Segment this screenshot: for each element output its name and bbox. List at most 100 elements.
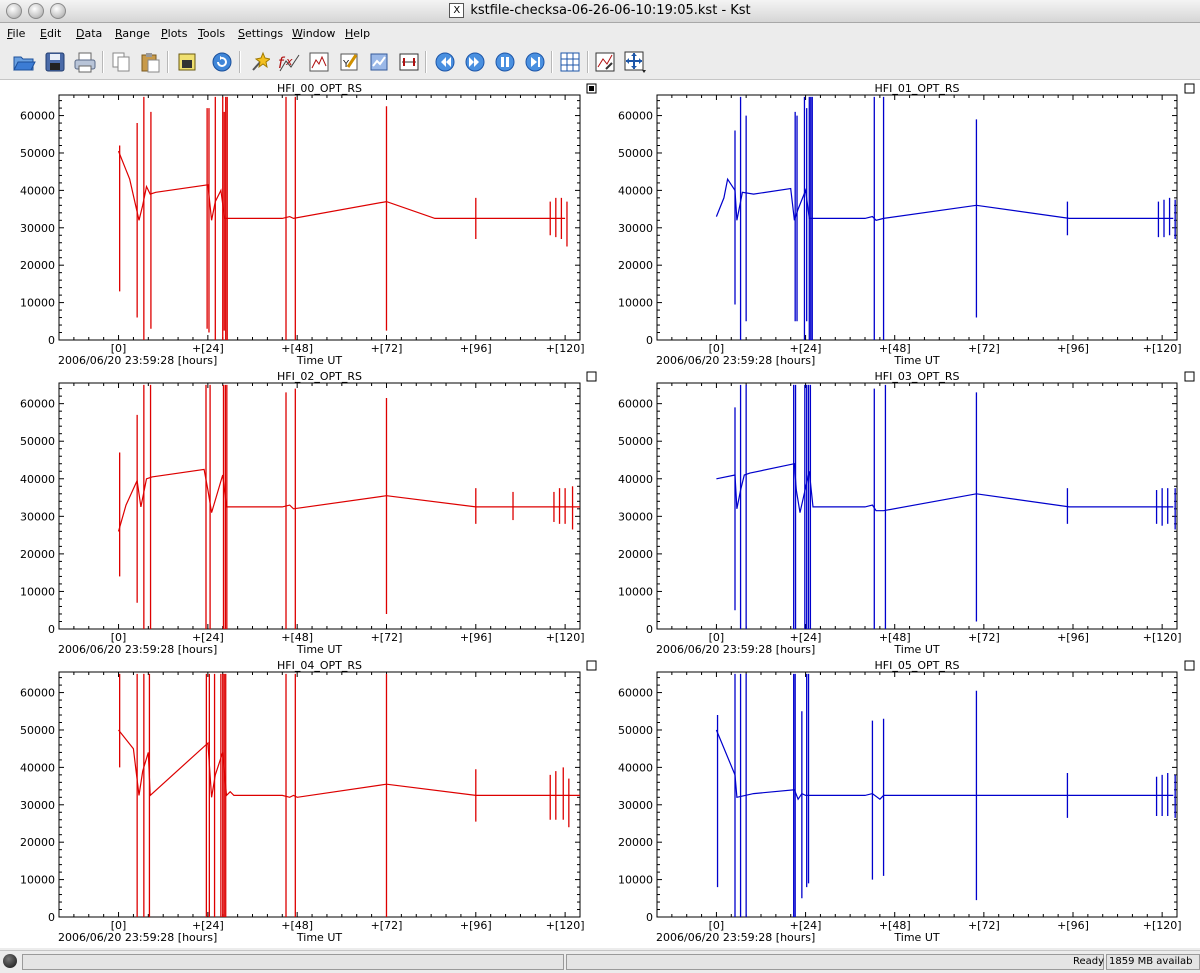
x-tick-label: +[72] [968,919,1000,932]
y-tick-label: 30000 [20,222,55,235]
y-tick-label: 40000 [20,761,55,774]
x-tick-label: +[120] [1143,919,1182,932]
y-tick-label: 50000 [20,147,55,160]
forward-button[interactable] [462,49,488,75]
y-tick-label: 30000 [618,222,653,235]
menu-file[interactable]: File [7,27,25,40]
y-tick-label: 20000 [20,259,55,272]
x-tick-label: +[96] [1057,342,1089,355]
copy-button[interactable] [108,49,134,75]
menu-data[interactable]: Data [76,27,102,40]
status-ready: Ready [1073,956,1105,967]
y-tick-label: 20000 [20,836,55,849]
y-tick-label: 0 [646,334,653,347]
menu-edit[interactable]: Edit [40,27,61,40]
back-button[interactable] [432,49,458,75]
y-tick-label: 20000 [20,548,55,561]
status-bar: Ready 1859 MB availab [0,950,1200,973]
menu-range[interactable]: Range [115,27,150,40]
layout-mode-button[interactable] [557,49,583,75]
status-message-field [566,954,1104,970]
paste-icon [141,53,160,73]
y-tick-label: 40000 [618,184,653,197]
x11-logo-icon: X [449,3,465,18]
x-tick-label: +[120] [546,631,585,644]
event-monitor-button[interactable] [396,49,422,75]
memory-available-text: 1859 MB availab [1109,956,1193,967]
y-tick-label: 10000 [20,874,55,887]
plot-select-checkbox[interactable] [1184,660,1195,671]
save-button[interactable] [42,49,68,75]
menu-help[interactable]: Help [345,27,370,40]
equation-button[interactable]: fx [276,49,302,75]
curve-group [715,96,1176,340]
print-button[interactable] [72,49,98,75]
plugin-button[interactable]: Y [336,49,362,75]
y-tick-label: 60000 [20,110,55,123]
window-title: kstfile-checksa-06-26-06-10:19:05.kst - … [470,3,751,18]
plot-title: HFI_05_OPT_RS [875,659,960,672]
export-button[interactable] [174,49,200,75]
plot-select-checkbox[interactable] [586,371,597,382]
plot-select-checkbox[interactable] [586,660,597,671]
plot-panel-1[interactable]: HFI_01_OPT_RS 0 10000 20000 30000 40000 50000 6… [618,82,1195,367]
menu-plots[interactable]: Plots [161,27,187,40]
x-tick-label: +[72] [371,342,403,355]
data-curve [715,177,1174,221]
x-offset-label: 2006/06/20 23:59:28 [hours] [58,931,217,944]
plot-select-checkbox[interactable] [1184,371,1195,382]
activity-indicator-icon [3,954,17,968]
y-tick-label: 40000 [618,473,653,486]
plot-select-checkbox[interactable] [1184,83,1195,94]
y-tick-label: 10000 [618,874,653,887]
x-tick-label: +[72] [371,919,403,932]
title-bar: Xkstfile-checksa-06-26-06-10:19:05.kst -… [0,0,1200,23]
y-tick-label: 60000 [20,687,55,700]
end-button[interactable] [522,49,548,75]
paste-button[interactable] [137,49,163,75]
open-icon [13,56,36,71]
xy-zoom-button[interactable] [623,49,649,75]
y-tick-label: 10000 [618,297,653,310]
plot-panel-4[interactable]: HFI_04_OPT_RS 0 10000 20000 30000 40000 50000 6… [20,659,602,944]
xy-zoom-icon [624,51,646,73]
data-wizard-button[interactable] [246,49,272,75]
plot-title: HFI_02_OPT_RS [277,370,362,383]
save-icon [45,52,65,72]
zoom-mode-icon [595,52,615,72]
x-tick-label: +[96] [460,631,492,644]
y-tick-label: 60000 [20,398,55,411]
reload-button[interactable] [209,49,235,75]
menu-tools[interactable]: Tools [198,27,225,40]
plot-panel-2[interactable]: HFI_02_OPT_RS 0 10000 20000 30000 40000 50000 6… [20,370,602,656]
x-axis-label: Time UT [296,931,342,944]
y-tick-label: 60000 [618,110,653,123]
menu-settings[interactable]: Settings [238,27,283,40]
x-tick-label: +[120] [546,342,585,355]
menu-window[interactable]: Window [292,27,335,40]
plot-selected-mark [589,86,594,91]
histogram-icon [309,52,329,72]
zoom-mode-button[interactable] [593,49,619,75]
x-offset-label: 2006/06/20 23:59:28 [hours] [58,643,217,656]
toolbar: fx Y [0,45,1200,80]
data-curve [118,729,580,798]
y-tick-label: 10000 [20,585,55,598]
x-offset-label: 2006/06/20 23:59:28 [hours] [656,354,815,367]
data-curve [117,468,580,532]
status-progress-field [22,954,564,970]
y-tick-label: 0 [646,623,653,636]
layout-mode-icon [560,52,580,72]
plot-panel-3[interactable]: HFI_03_OPT_RS 0 10000 20000 30000 40000 50000 6… [618,370,1195,656]
histogram-button[interactable] [306,49,332,75]
y-tick-label: 20000 [618,548,653,561]
forward-icon [465,52,485,72]
pause-button[interactable] [492,49,518,75]
y-tick-label: 40000 [618,761,653,774]
power-spectrum-button[interactable] [366,49,392,75]
plot-panel-0[interactable]: HFI_00_OPT_RS 0 10000 20000 30000 40000 50000 6… [20,82,597,367]
plot-title: HFI_04_OPT_RS [277,659,362,672]
y-tick-label: 50000 [618,147,653,160]
open-button[interactable] [11,49,37,75]
plot-panel-5[interactable]: HFI_05_OPT_RS 0 10000 20000 30000 40000 50000 6… [618,659,1195,944]
